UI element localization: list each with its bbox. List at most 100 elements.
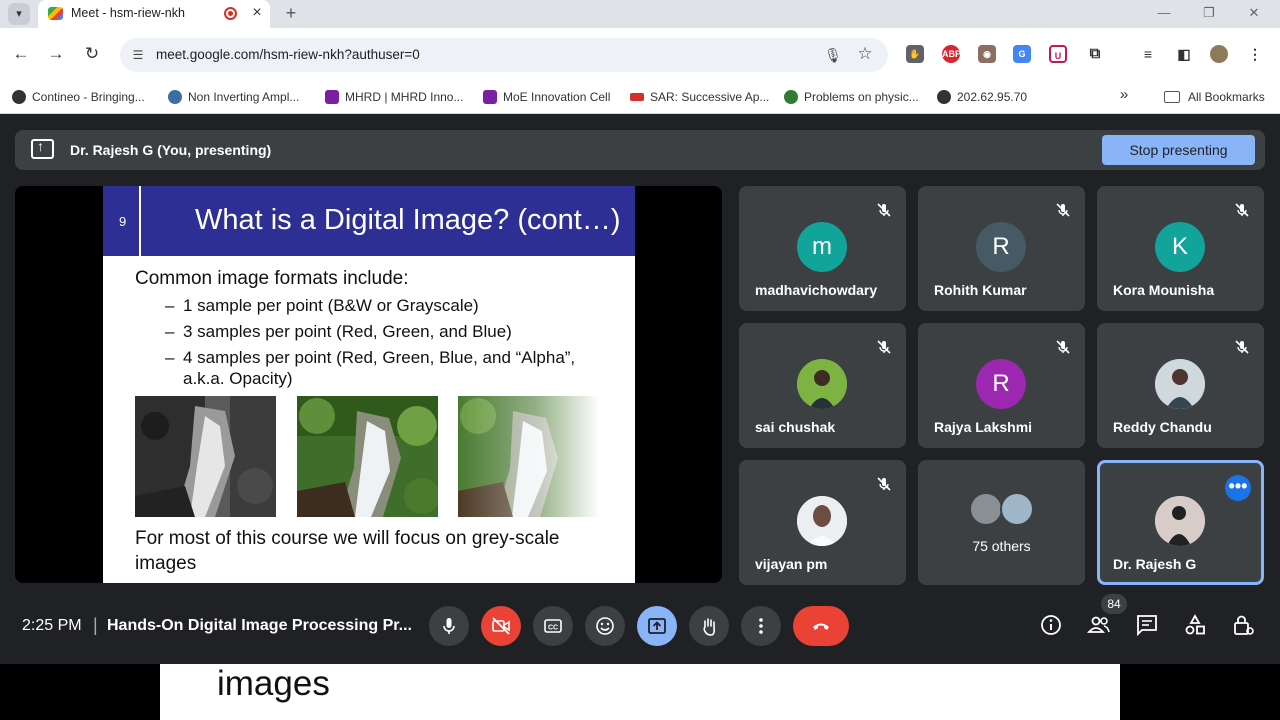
address-bar[interactable]: ☰ meet.google.com/hsm-riew-nkh?authuser=… xyxy=(120,38,888,72)
captions-icon: CC xyxy=(544,619,562,633)
emoji-icon xyxy=(596,617,614,635)
bookmark-label: Problems on physic... xyxy=(804,90,919,104)
microphone-icon[interactable]: 🎙 xyxy=(822,44,844,66)
shared-screen: 9 What is a Digital Image? (cont…) Commo… xyxy=(15,186,722,583)
all-bookmarks-button[interactable]: All Bookmarks xyxy=(1164,86,1265,108)
activities-button[interactable] xyxy=(1180,610,1210,640)
camera-button[interactable] xyxy=(481,606,521,646)
leave-call-button[interactable] xyxy=(793,606,849,646)
extension-icon[interactable]: ✋ xyxy=(906,45,924,63)
chat-icon xyxy=(1137,615,1157,637)
extensions-puzzle-icon[interactable]: ⧉ xyxy=(1086,45,1104,63)
minimize-icon[interactable]: — xyxy=(1154,4,1174,22)
owl-extension-icon[interactable]: ◉ xyxy=(978,45,996,63)
host-controls-button[interactable] xyxy=(1228,610,1258,640)
bookmark-problems[interactable]: Problems on physic... xyxy=(784,86,919,108)
people-icon xyxy=(1087,616,1110,633)
site-info-icon[interactable]: ☰ xyxy=(128,45,148,65)
participant-tile[interactable]: R Rajya Lakshmi xyxy=(918,323,1085,448)
participant-tile[interactable]: R Rohith Kumar xyxy=(918,186,1085,311)
caption-text: images xyxy=(217,664,330,703)
bookmarks-bar: Contineo - Bringing... Non Inverting Amp… xyxy=(0,80,1280,114)
reactions-button[interactable] xyxy=(585,606,625,646)
tab-search-button[interactable]: ▾ xyxy=(8,3,30,25)
meeting-details-button[interactable] xyxy=(1036,610,1066,640)
browser-toolbar: ← → ↻ ☰ meet.google.com/hsm-riew-nkh?aut… xyxy=(0,28,1280,80)
clock: 2:25 PM xyxy=(22,617,82,634)
bookmark-moe[interactable]: MoE Innovation Cell xyxy=(483,86,610,108)
mic-off-icon xyxy=(877,203,891,217)
restore-icon[interactable]: ❐ xyxy=(1199,4,1219,22)
divider: | xyxy=(93,615,98,635)
participant-tile[interactable]: vijayan pm xyxy=(739,460,906,585)
slide-title: What is a Digital Image? (cont…) xyxy=(195,204,621,236)
wordpress-icon xyxy=(168,90,182,104)
back-icon[interactable]: ← xyxy=(9,42,33,66)
captions-button[interactable]: CC xyxy=(533,606,573,646)
caption-strip: images xyxy=(160,664,1120,720)
new-tab-button[interactable]: + xyxy=(281,3,301,23)
microphone-button[interactable] xyxy=(429,606,469,646)
hand-icon xyxy=(703,618,715,636)
chrome-menu-icon[interactable]: ⋮ xyxy=(1246,45,1264,63)
translate-icon[interactable]: G xyxy=(1013,45,1031,63)
adblock-icon[interactable]: ABP xyxy=(942,45,961,63)
present-screen-icon xyxy=(31,138,54,159)
participant-name: Dr. Rajesh G xyxy=(1113,556,1197,572)
participant-tile[interactable]: m madhavichowdary xyxy=(739,186,906,311)
avatar xyxy=(1155,496,1205,546)
more-vertical-icon xyxy=(759,618,763,634)
end-call-icon xyxy=(813,623,829,630)
all-bookmarks-label: All Bookmarks xyxy=(1188,90,1265,104)
stop-presenting-button[interactable]: Stop presenting xyxy=(1102,135,1255,165)
avatar: m xyxy=(797,222,847,272)
self-tile[interactable]: ••• Dr. Rajesh G xyxy=(1097,460,1264,585)
more-bookmarks-icon[interactable]: » xyxy=(1115,86,1133,103)
svg-text:CC: CC xyxy=(548,625,558,632)
mic-off-icon xyxy=(1056,203,1070,217)
forward-icon[interactable]: → xyxy=(44,42,68,66)
participant-name: vijayan pm xyxy=(755,556,828,572)
bookmark-star-icon[interactable]: ☆ xyxy=(854,43,876,65)
slide-bullet: –3 samples per point (Red, Green, and Bl… xyxy=(165,322,512,341)
participant-tile[interactable]: sai chushak xyxy=(739,323,906,448)
url-text[interactable]: meet.google.com/hsm-riew-nkh?authuser=0 xyxy=(156,47,420,62)
reload-icon[interactable]: ↻ xyxy=(80,42,104,66)
media-control-icon[interactable]: ≡ xyxy=(1139,45,1157,63)
chat-button[interactable] xyxy=(1132,610,1162,640)
slide-bullet: –4 samples per point (Red, Green, Blue, … xyxy=(165,348,576,388)
participant-name: Rohith Kumar xyxy=(934,282,1027,298)
bookmark-mhrd[interactable]: MHRD | MHRD Inno... xyxy=(325,86,463,108)
mic-off-icon xyxy=(877,340,891,354)
shield-extension-icon[interactable]: U xyxy=(1049,45,1067,63)
raise-hand-button[interactable] xyxy=(689,606,729,646)
active-tab[interactable]: Meet - hsm-riew-nkh × xyxy=(38,0,270,28)
tab-strip: ▾ Meet - hsm-riew-nkh × + — ❐ ✕ xyxy=(0,0,1280,28)
meet-favicon-icon xyxy=(48,7,63,20)
side-panel-icon[interactable]: ◧ xyxy=(1175,45,1193,63)
others-tile[interactable]: 75 others xyxy=(918,460,1085,585)
close-window-icon[interactable]: ✕ xyxy=(1244,4,1264,22)
participant-name: Rajya Lakshmi xyxy=(934,419,1033,435)
mic-off-icon xyxy=(877,477,891,491)
bookmark-non-inverting[interactable]: Non Inverting Ampl... xyxy=(168,86,299,108)
people-button[interactable] xyxy=(1084,610,1114,640)
bookmark-contineo[interactable]: Contineo - Bringing... xyxy=(12,86,145,108)
close-tab-icon[interactable]: × xyxy=(248,4,266,22)
participant-tile[interactable]: Reddy Chandu xyxy=(1097,323,1264,448)
slide-number: 9 xyxy=(119,214,127,229)
bookmark-sar[interactable]: SAR: Successive Ap... xyxy=(630,86,769,108)
bookmark-ip[interactable]: 202.62.95.70 xyxy=(937,86,1027,108)
profile-avatar[interactable] xyxy=(1210,45,1228,63)
more-options-icon[interactable]: ••• xyxy=(1225,475,1251,501)
more-options-button[interactable] xyxy=(741,606,781,646)
present-button[interactable] xyxy=(637,606,677,646)
avatar: R xyxy=(976,359,1026,409)
presenting-label: Dr. Rajesh G (You, presenting) xyxy=(70,142,272,158)
slide-header: 9 What is a Digital Image? (cont…) xyxy=(103,186,635,256)
presenting-bar: Dr. Rajesh G (You, presenting) Stop pres… xyxy=(15,130,1265,170)
bookmark-label: 202.62.95.70 xyxy=(957,90,1028,104)
globe-icon xyxy=(12,90,26,104)
participant-name: sai chushak xyxy=(755,419,836,435)
participant-tile[interactable]: K Kora Mounisha xyxy=(1097,186,1264,311)
